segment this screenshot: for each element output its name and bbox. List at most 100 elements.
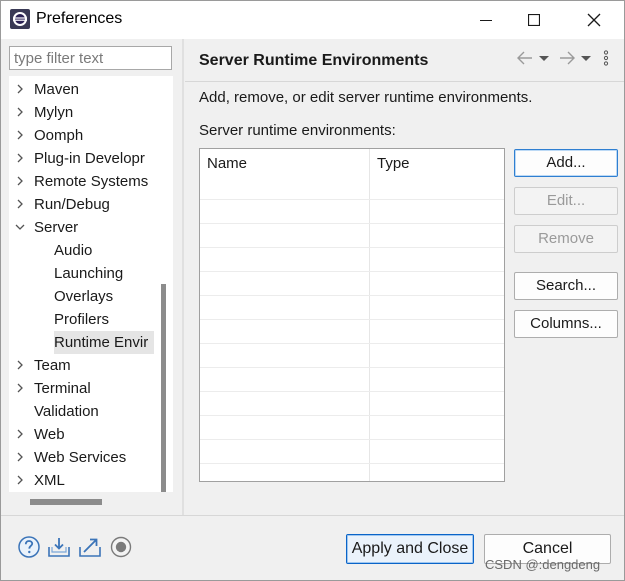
table-row-divider — [200, 199, 504, 200]
record-icon[interactable] — [109, 535, 133, 559]
tree-item[interactable]: Terminal — [9, 377, 154, 400]
apply-and-close-button[interactable]: Apply and Close — [346, 534, 474, 564]
tree-item[interactable]: Maven — [9, 78, 154, 101]
chevron-right-icon[interactable] — [15, 176, 25, 186]
column-header-type[interactable]: Type — [370, 149, 504, 199]
tree-item-label: Launching — [54, 265, 124, 282]
table-row-divider — [200, 415, 504, 416]
tree-item-label: Validation — [34, 403, 99, 420]
forward-dropdown-icon — [581, 56, 591, 61]
horizontal-scroll-thumb[interactable] — [30, 499, 102, 505]
tree-item[interactable]: Web — [9, 423, 154, 446]
back-nav[interactable] — [517, 48, 550, 68]
edit-button[interactable]: Edit... — [514, 187, 618, 215]
tree-item[interactable]: Launching — [9, 262, 154, 285]
tree-item[interactable]: Run/Debug — [9, 193, 154, 216]
chevron-right-icon[interactable] — [15, 475, 25, 485]
back-arrow-icon — [517, 51, 532, 65]
maximize-button[interactable] — [511, 1, 557, 39]
tree-item-label: Overlays — [54, 288, 114, 305]
page-header: Server Runtime Environments — [185, 39, 624, 81]
eclipse-icon — [10, 9, 30, 29]
chevron-right-icon[interactable] — [15, 153, 25, 163]
tree-item-label: Team — [34, 357, 71, 374]
chevron-right-icon[interactable] — [15, 84, 25, 94]
tree-item-label: Audio — [54, 242, 93, 259]
preferences-tree[interactable]: Maven Mylyn Oomph Plug-in Developr Remote Sy… — [9, 76, 154, 492]
view-menu-button[interactable] — [603, 48, 609, 68]
tree-item-label: Run/Debug — [34, 196, 110, 213]
tree-item[interactable]: Remote Systems — [9, 170, 154, 193]
table-row-divider — [200, 295, 504, 296]
tree-horizontal-scrollbar[interactable] — [9, 492, 173, 512]
chevron-right-icon[interactable] — [15, 199, 25, 209]
pane-splitter[interactable] — [182, 39, 184, 515]
import-icon[interactable] — [47, 535, 71, 559]
runtime-environments-table[interactable]: Name Type — [199, 148, 505, 482]
filter-input[interactable] — [9, 46, 172, 70]
tree-item-label: Oomph — [34, 127, 84, 144]
tree-item[interactable]: Validation — [9, 400, 154, 423]
forward-nav[interactable] — [559, 48, 592, 68]
tree-item[interactable]: Overlays — [9, 285, 154, 308]
preference-page: Server Runtime Environments Add, remove,… — [185, 39, 624, 515]
chevron-right-icon[interactable] — [15, 429, 25, 439]
tree-item-label: Plug-in Developr — [34, 150, 145, 167]
table-row-divider — [200, 391, 504, 392]
tree-item-label: Remote Systems — [34, 173, 149, 190]
chevron-right-icon[interactable] — [15, 130, 25, 140]
tree-item-label: Runtime Envir — [54, 331, 154, 354]
tree-item[interactable]: Plug-in Developr — [9, 147, 154, 170]
table-row-divider — [200, 463, 504, 464]
page-title: Server Runtime Environments — [199, 52, 429, 69]
tree-item-label: Web — [34, 426, 65, 443]
chevron-right-icon[interactable] — [15, 383, 25, 393]
tree-item[interactable]: Audio — [9, 239, 154, 262]
forward-arrow-icon — [560, 51, 575, 65]
table-row-divider — [200, 247, 504, 248]
kebab-menu-icon — [603, 50, 609, 66]
tree-item[interactable]: Web Services — [9, 446, 154, 469]
tree-item[interactable]: Mylyn — [9, 101, 154, 124]
columns-button[interactable]: Columns... — [514, 310, 618, 338]
close-button[interactable] — [571, 1, 617, 39]
search-button[interactable]: Search... — [514, 272, 618, 300]
help-icon[interactable] — [17, 535, 41, 559]
table-row-divider — [200, 271, 504, 272]
minimize-button[interactable] — [463, 1, 509, 39]
table-row-divider — [200, 223, 504, 224]
add-button[interactable]: Add... — [514, 149, 618, 177]
tree-item[interactable]: Team — [9, 354, 154, 377]
column-header-name[interactable]: Name — [200, 149, 370, 199]
maximize-icon — [528, 14, 540, 26]
chevron-right-icon[interactable] — [15, 452, 25, 462]
chevron-right-icon[interactable] — [15, 360, 25, 370]
back-dropdown-icon — [539, 56, 549, 61]
header-divider — [185, 81, 624, 82]
tree-item[interactable]: Runtime Envir — [9, 331, 154, 354]
table-row-divider — [200, 319, 504, 320]
tree-item-label: Mylyn — [34, 104, 74, 121]
chevron-down-icon[interactable] — [15, 222, 25, 232]
chevron-right-icon[interactable] — [15, 107, 25, 117]
tree-item[interactable]: Oomph — [9, 124, 154, 147]
window-title: Preferences — [36, 10, 123, 27]
close-icon — [587, 13, 601, 27]
table-row-divider — [200, 439, 504, 440]
runtime-list-label: Server runtime environments: — [199, 122, 396, 139]
export-icon[interactable] — [78, 535, 102, 559]
remove-button[interactable]: Remove — [514, 225, 618, 253]
watermark-text: CSDN @:dengdeng — [485, 557, 601, 572]
tree-item-label: Terminal — [34, 380, 91, 397]
tree-item[interactable]: XML — [9, 469, 154, 492]
tree-item-label: Server — [34, 219, 79, 236]
vertical-scroll-thumb[interactable] — [161, 284, 166, 509]
tree-item-label: Web Services — [34, 449, 127, 466]
tree-vertical-scrollbar[interactable] — [154, 76, 173, 509]
tree-item[interactable]: Profilers — [9, 308, 154, 331]
tree-item-label: XML — [34, 472, 65, 489]
tree-item-label: Maven — [34, 81, 80, 98]
tree-item[interactable]: Server — [9, 216, 154, 239]
page-description: Add, remove, or edit server runtime envi… — [199, 89, 533, 106]
minimize-icon — [480, 20, 492, 21]
